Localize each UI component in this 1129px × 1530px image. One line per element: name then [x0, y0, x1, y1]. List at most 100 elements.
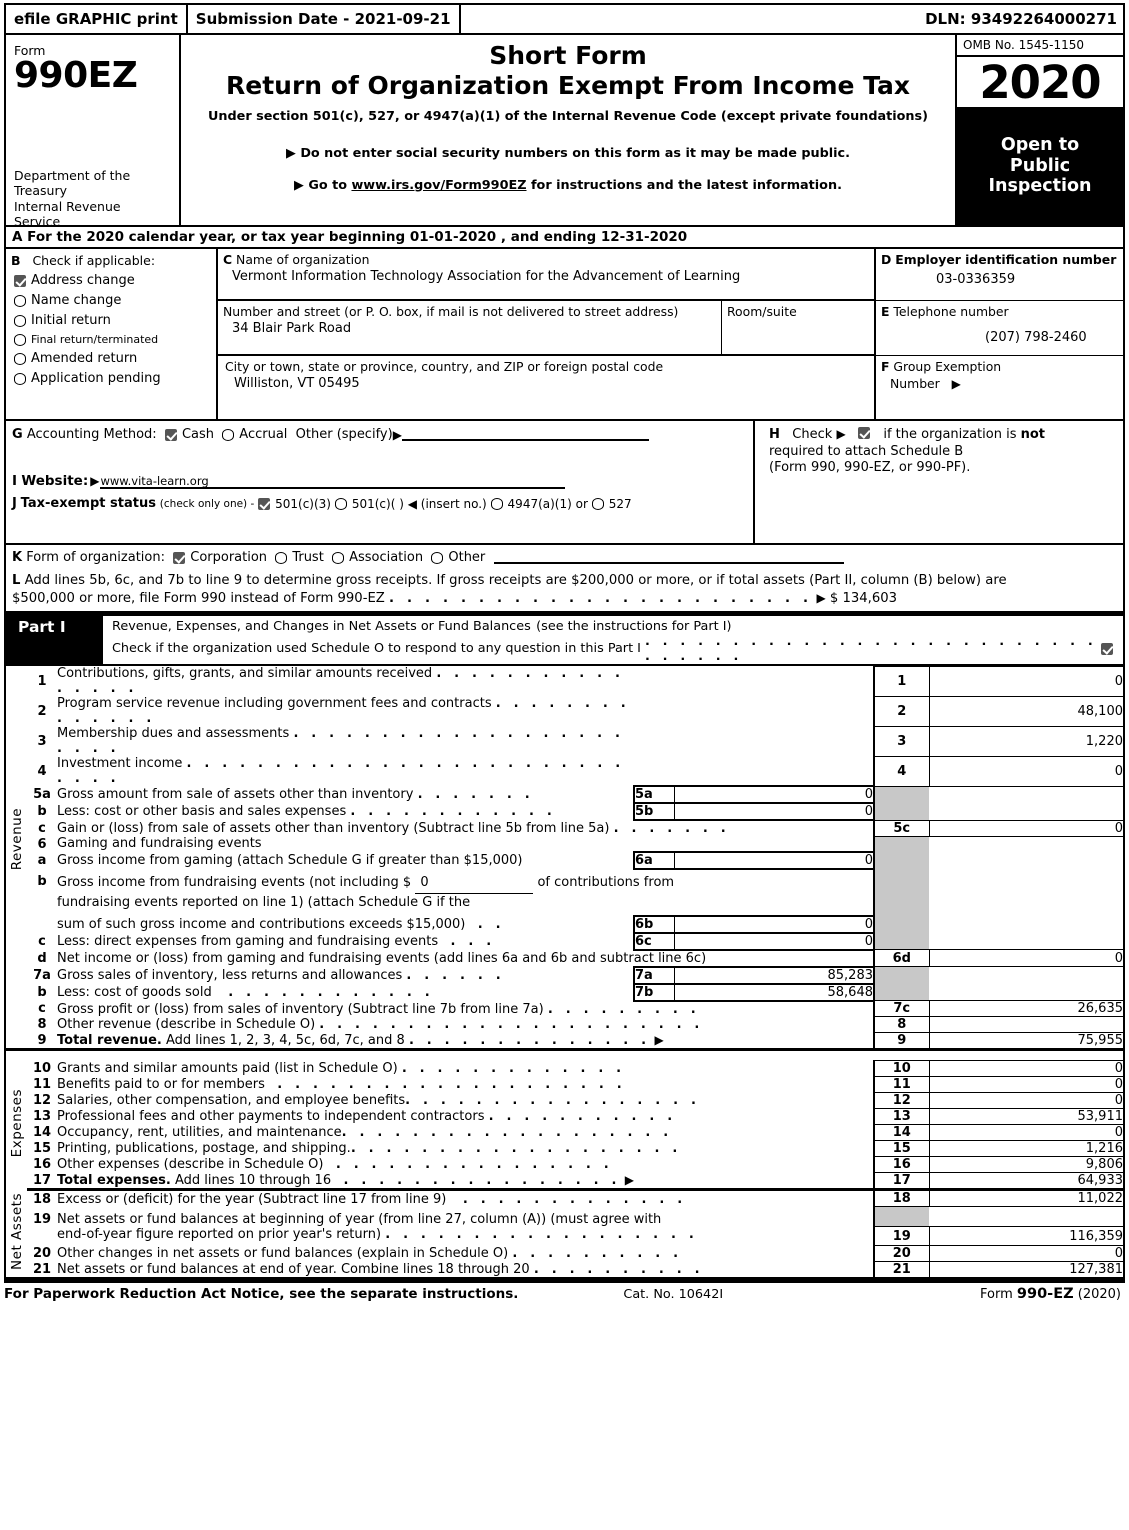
- city-field[interactable]: City or town, state or province, country…: [218, 356, 874, 419]
- checkbox-final-return[interactable]: [14, 333, 26, 346]
- sub-num-7a: 7a: [633, 965, 674, 985]
- org-name-value: Vermont Information Technology Associati…: [232, 269, 741, 284]
- main-value-12[interactable]: 0: [928, 1092, 1125, 1110]
- checkbox-application-pending[interactable]: [14, 372, 26, 385]
- section-k-label: Form of organization:: [26, 550, 165, 565]
- main-value-1[interactable]: 0: [928, 665, 1125, 697]
- main-value-6d[interactable]: 0: [928, 949, 1125, 968]
- ein-field[interactable]: D Employer identification number 03-0336…: [876, 249, 1123, 301]
- checkbox-association[interactable]: [332, 551, 345, 564]
- checkbox-4947a1[interactable]: [490, 497, 503, 510]
- irs-form990ez-link[interactable]: www.irs.gov/Form990EZ: [351, 178, 526, 193]
- row-spacer-6b-top: [929, 869, 1125, 916]
- section-j-letter: J: [12, 496, 17, 511]
- main-value-15[interactable]: 1,216: [928, 1140, 1125, 1158]
- checkbox-amended-return[interactable]: [14, 352, 26, 365]
- section-g-label: Accounting Method:: [26, 427, 157, 442]
- checkbox-schedule-o[interactable]: [1101, 642, 1113, 655]
- sub-num-5a: 5a: [633, 785, 674, 805]
- checkbox-row-initial-return[interactable]: Initial return: [14, 313, 216, 328]
- main-value-7c[interactable]: 26,635: [928, 1000, 1125, 1018]
- sub-value-7b[interactable]: 58,648: [673, 982, 875, 1002]
- main-value-13[interactable]: 53,911: [928, 1108, 1125, 1126]
- row-desc-13: Professional fees and other payments to …: [57, 1109, 874, 1125]
- row-desc-6b-text-4: sum of such gross income and contributio…: [57, 916, 466, 932]
- row-desc-17: Total expenses. Add lines 10 through 16 …: [57, 1172, 874, 1192]
- checkbox-label-name-change: Name change: [31, 293, 122, 308]
- street-field[interactable]: Number and street (or P. O. box, if mail…: [218, 301, 721, 354]
- leader-dots-7b: . . . . . . . . . . . .: [228, 984, 434, 1000]
- row-desc-5b: Less: cost or other basis and sales expe…: [57, 803, 634, 820]
- org-name-field[interactable]: C Name of organization Vermont Informati…: [218, 249, 874, 301]
- leader-dots-15: . . . . . . . . . . . . . . . . . . .: [350, 1141, 682, 1157]
- checkbox-cash[interactable]: [164, 428, 177, 441]
- sub-value-5b[interactable]: 0: [673, 802, 875, 822]
- main-value-17[interactable]: 64,933: [928, 1172, 1125, 1192]
- row-desc-6b: Gross income from fundraising events (no…: [57, 869, 874, 916]
- section-l-text-2: $500,000 or more, file Form 990 instead …: [12, 590, 385, 606]
- main-value-3[interactable]: 1,220: [928, 725, 1125, 757]
- checkbox-row-address-change[interactable]: Address change: [14, 273, 216, 288]
- website-value[interactable]: www.vita-learn.org: [100, 475, 356, 489]
- group-exemption-field[interactable]: F Group Exemption Number ▶: [876, 356, 1123, 419]
- main-value-16[interactable]: 9,806: [928, 1156, 1125, 1174]
- checkbox-accrual[interactable]: [222, 428, 235, 441]
- row-desc-7c-text: Gross profit or (loss) from sales of inv…: [57, 1001, 544, 1017]
- row-desc-19-text-2: end-of-year figure reported on prior yea…: [57, 1226, 382, 1242]
- sub-value-6b[interactable]: 0: [673, 914, 875, 934]
- other-org-input[interactable]: [493, 551, 844, 564]
- main-value-4[interactable]: 0: [928, 755, 1125, 787]
- checkbox-corporation[interactable]: [173, 551, 186, 564]
- checkbox-label-application-pending: Application pending: [31, 371, 161, 386]
- checkbox-label-trust: Trust: [292, 550, 324, 565]
- main-value-8[interactable]: [928, 1016, 1125, 1034]
- row-desc-17-bold: Total expenses.: [57, 1173, 171, 1189]
- checkbox-initial-return[interactable]: [14, 314, 26, 327]
- checkbox-501c-other[interactable]: [334, 497, 347, 510]
- main-value-10[interactable]: 0: [928, 1060, 1125, 1078]
- row-number-5a: 5a: [33, 787, 51, 803]
- main-value-20[interactable]: 0: [928, 1245, 1125, 1263]
- part-i-schedule-o-row: Check if the organization used Schedule …: [112, 634, 1123, 664]
- main-value-14[interactable]: 0: [928, 1124, 1125, 1142]
- vertical-label-expenses-text: Expenses: [8, 1089, 25, 1158]
- row-desc-6: Gaming and fundraising events: [57, 836, 262, 852]
- checkbox-527[interactable]: [591, 497, 604, 510]
- fundraising-contributions-input[interactable]: 0: [415, 874, 534, 894]
- checkbox-trust[interactable]: [275, 551, 288, 564]
- section-h-check-word: Check: [792, 427, 833, 442]
- main-value-19[interactable]: 116,359: [928, 1226, 1125, 1247]
- checkbox-other-org[interactable]: [431, 551, 444, 564]
- or-label: or: [575, 496, 588, 511]
- room-suite-field[interactable]: Room/suite: [721, 301, 874, 354]
- main-value-11[interactable]: 0: [928, 1076, 1125, 1094]
- telephone-field[interactable]: E Telephone number (207) 798-2460: [876, 301, 1123, 356]
- row-number-19-cont: [27, 1227, 57, 1246]
- main-value-18[interactable]: 11,022: [928, 1189, 1125, 1208]
- checkbox-schedule-b[interactable]: [858, 427, 871, 439]
- row-desc-6b-text-3: fundraising events reported on line 1) (…: [57, 894, 471, 910]
- main-value-9[interactable]: 75,955: [928, 1032, 1125, 1052]
- checkbox-501c3[interactable]: [258, 497, 271, 510]
- checkbox-row-application-pending[interactable]: Application pending: [14, 371, 216, 386]
- sub-value-6c[interactable]: 0: [673, 931, 875, 951]
- main-value-21[interactable]: 127,381: [928, 1261, 1125, 1281]
- other-specify-input[interactable]: [401, 428, 649, 441]
- main-value-5c[interactable]: 0: [928, 819, 1125, 837]
- checkbox-label-4947a1: 4947(a)(1): [507, 496, 572, 511]
- checkbox-row-final-return[interactable]: Final return/terminated: [14, 333, 216, 346]
- section-d-letter: D: [881, 252, 892, 267]
- checkbox-name-change[interactable]: [14, 294, 26, 307]
- triangle-pointer-icon-17: ▶: [624, 1173, 634, 1188]
- checkbox-address-change[interactable]: [14, 274, 26, 287]
- sub-value-7a[interactable]: 85,283: [673, 965, 875, 985]
- section-i-letter: I: [12, 473, 18, 489]
- main-value-2[interactable]: 48,100: [928, 695, 1125, 727]
- inspection-text: Inspection: [988, 176, 1092, 197]
- sub-value-6a[interactable]: 0: [673, 851, 875, 871]
- vertical-label-net-assets: Net Assets: [4, 1189, 27, 1281]
- sub-value-5a[interactable]: 0: [673, 785, 875, 805]
- gray-block-6: [873, 836, 929, 853]
- checkbox-row-amended-return[interactable]: Amended return: [14, 351, 216, 366]
- checkbox-row-name-change[interactable]: Name change: [14, 293, 216, 308]
